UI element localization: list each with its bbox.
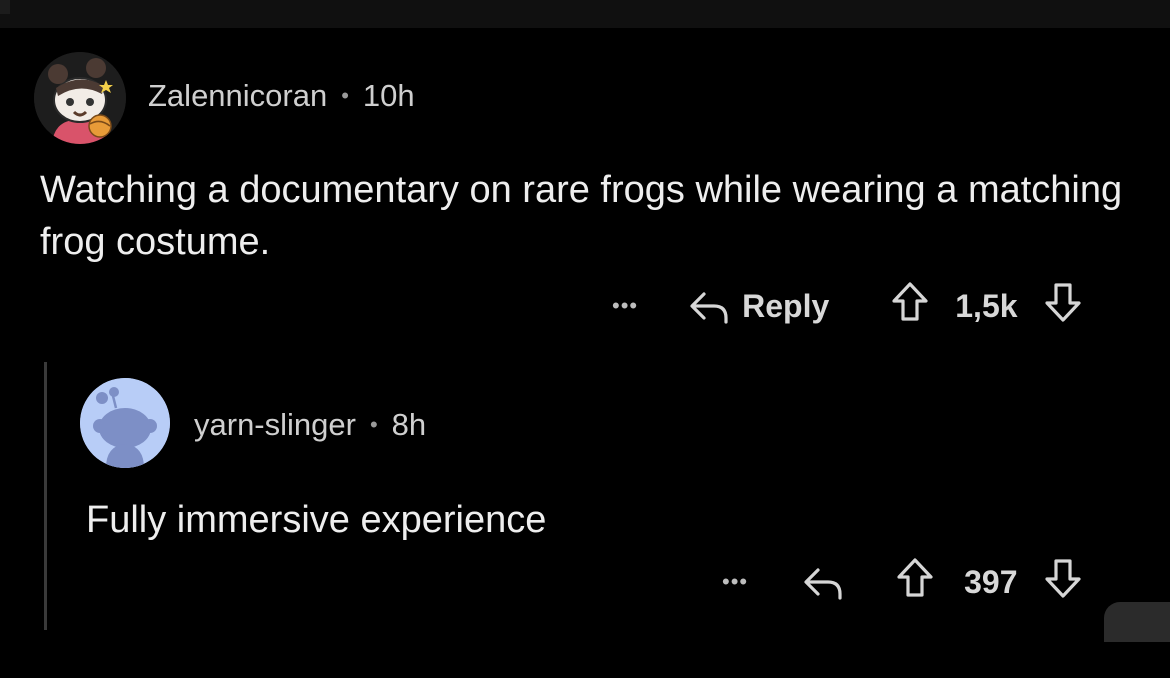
comment-actions: ••• Reply 1,5k (612, 281, 1082, 331)
upvote-button[interactable] (891, 281, 929, 331)
reply-text: Fully immersive experience (86, 499, 547, 541)
thread-line[interactable] (44, 362, 47, 630)
comment-text: Watching a documentary on rare frogs whi… (40, 169, 1123, 263)
username[interactable]: Zalennicoran (148, 78, 327, 114)
reply-arrow-icon (690, 292, 728, 324)
reply-meta: yarn-slinger • 8h (194, 407, 426, 443)
upvote-arrow-icon (897, 558, 933, 597)
upvote-button[interactable] (896, 557, 934, 607)
reply-arrow-icon (804, 568, 842, 600)
reply-button[interactable] (802, 564, 844, 600)
more-options-button[interactable]: ••• (612, 293, 638, 319)
downvote-button[interactable] (1044, 281, 1082, 331)
downvote-arrow-icon (1044, 283, 1081, 322)
downvote-arrow-icon (1044, 559, 1081, 598)
user-avatar[interactable] (34, 52, 126, 144)
vote-score: 1,5k (955, 287, 1018, 324)
vote-score: 397 (964, 563, 1018, 600)
comment-meta: Zalennicoran • 10h (148, 78, 415, 114)
timestamp: 10h (362, 78, 415, 113)
floating-widget[interactable] (1104, 602, 1170, 642)
reply-user-avatar[interactable] (80, 378, 170, 468)
reply-actions: ••• 397 (722, 557, 1082, 607)
reply-timestamp: 8h (391, 407, 427, 442)
reply-label: Reply (742, 287, 830, 324)
reply-username[interactable]: yarn-slinger (194, 407, 356, 443)
downvote-button[interactable] (1044, 557, 1082, 607)
more-options-button[interactable]: ••• (722, 569, 748, 595)
meta-separator: • (369, 412, 378, 437)
default-snoo-avatar-icon (80, 378, 170, 468)
meta-separator: • (341, 83, 349, 108)
top-bar (0, 0, 1170, 28)
snoo-avatar-buns-icon (34, 52, 126, 144)
upvote-arrow-icon (892, 282, 928, 321)
reply-button[interactable]: Reply (688, 288, 829, 325)
